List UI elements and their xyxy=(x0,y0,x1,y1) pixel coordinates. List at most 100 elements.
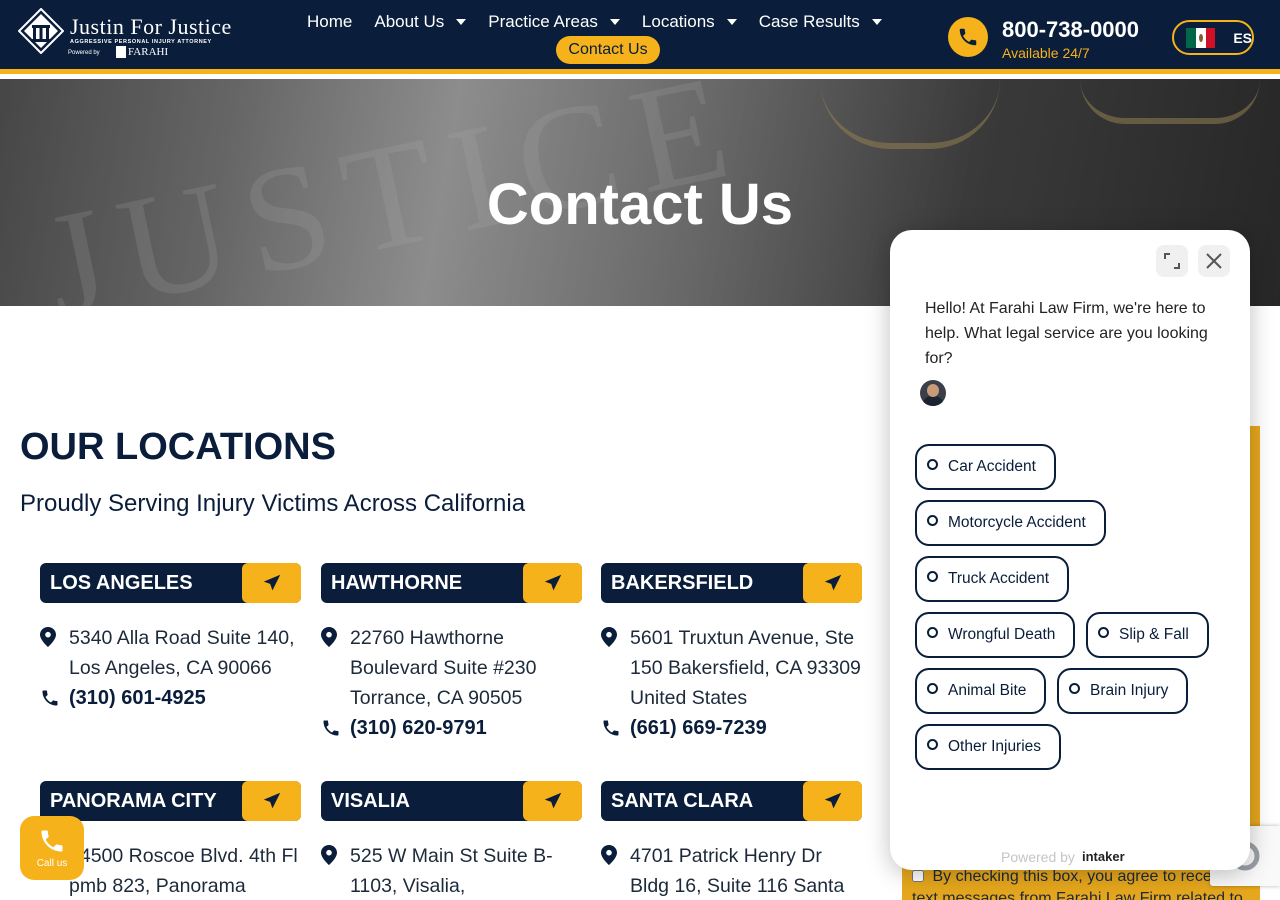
radio-icon xyxy=(1098,626,1109,638)
location-header: LOS ANGELES xyxy=(40,563,301,603)
chat-option-car-accident[interactable]: Car Accident xyxy=(915,444,1056,490)
location-header: BAKERSFIELD xyxy=(601,563,862,603)
directions-button[interactable] xyxy=(242,563,301,603)
directions-button[interactable] xyxy=(523,563,582,603)
caret-down-icon xyxy=(871,19,882,25)
chat-greeting: Hello! At Farahi Law Firm, we're here to… xyxy=(925,300,1208,367)
chat-powered-by: Powered by xyxy=(1001,849,1075,865)
phone-icon xyxy=(41,830,63,852)
language-switcher[interactable]: ES xyxy=(1172,20,1254,55)
locations-heading: OUR LOCATIONS xyxy=(20,426,336,468)
location-header: HAWTHORNE xyxy=(321,563,582,603)
chat-option-motorcycle-accident[interactable]: Motorcycle Accident xyxy=(915,500,1106,546)
location-address-text: 5340 Alla Road Suite 140, Los Angeles, C… xyxy=(69,627,295,679)
site-logo[interactable]: Justin For Justice AGGRESSIVE PERSONAL I… xyxy=(18,6,248,66)
location-card: SANTA CLARA 4701 Patrick Henry Dr Bldg 1… xyxy=(601,781,862,900)
radio-icon xyxy=(927,626,938,638)
logo-tagline: AGGRESSIVE PERSONAL INJURY ATTORNEY xyxy=(70,39,212,45)
navigation-arrow-icon xyxy=(544,792,561,809)
chat-option-brain-injury[interactable]: Brain Injury xyxy=(1057,668,1189,714)
location-address: 525 W Main St Suite B-1103, Visalia, xyxy=(321,841,582,900)
scales-emblem-icon xyxy=(18,8,64,54)
caret-down-icon xyxy=(456,19,467,25)
location-phone[interactable]: (310) 601-4925 xyxy=(40,683,301,713)
intaker-logo[interactable]: intaker xyxy=(1082,849,1125,864)
location-address: 5601 Truxtun Avenue, Ste 150 Bakersfield… xyxy=(601,623,862,713)
chat-option-slip-and-fall[interactable]: Slip & Fall xyxy=(1086,612,1209,658)
chat-close-button[interactable] xyxy=(1198,245,1230,277)
logo-title: Justin For Justice xyxy=(70,14,232,39)
chat-expand-button[interactable] xyxy=(1156,245,1188,277)
phone-icon xyxy=(42,690,58,706)
call-us-button[interactable]: Call us xyxy=(20,816,84,880)
site-header: Justin For Justice AGGRESSIVE PERSONAL I… xyxy=(0,0,1280,74)
directions-button[interactable] xyxy=(803,563,862,603)
sms-consent-text: By checking this box, you agree to recei… xyxy=(912,868,1243,900)
location-phone-text: (310) 601-4925 xyxy=(69,687,206,709)
location-card: VISALIA 525 W Main St Suite B-1103, Visa… xyxy=(321,781,582,900)
main-nav: Home About Us Practice Areas Locations C… xyxy=(307,12,904,32)
directions-button[interactable] xyxy=(803,781,862,821)
map-pin-icon xyxy=(321,627,337,647)
phone-icon xyxy=(323,720,339,736)
chat-widget: Hello! At Farahi Law Firm, we're here to… xyxy=(890,230,1250,870)
chat-option-label: Brain Injury xyxy=(1090,682,1169,699)
chat-option-wrongful-death[interactable]: Wrongful Death xyxy=(915,612,1076,658)
chat-option-truck-accident[interactable]: Truck Accident xyxy=(915,556,1070,602)
chat-option-animal-bite[interactable]: Animal Bite xyxy=(915,668,1047,714)
page-title: Contact Us xyxy=(486,172,794,237)
location-name: VISALIA xyxy=(331,790,410,812)
nav-practice-areas-label: Practice Areas xyxy=(488,12,598,31)
location-card: LOS ANGELES 5340 Alla Road Suite 140, Lo… xyxy=(40,563,301,713)
availability-text: Available 24/7 xyxy=(1002,45,1090,61)
location-name: PANORAMA CITY xyxy=(50,790,217,812)
phone-icon xyxy=(959,28,977,46)
expand-icon xyxy=(1164,253,1180,269)
location-phone-text: (310) 620-9791 xyxy=(350,717,487,739)
chat-option-label: Truck Accident xyxy=(948,570,1050,587)
location-name: HAWTHORNE xyxy=(331,572,463,594)
map-pin-icon xyxy=(321,845,337,865)
chat-option-label: Wrongful Death xyxy=(948,626,1056,643)
location-phone-text: (661) 669-7239 xyxy=(630,717,767,739)
navigation-arrow-icon xyxy=(263,574,280,591)
nav-home-label: Home xyxy=(307,12,353,31)
locations-subheading: Proudly Serving Injury Victims Across Ca… xyxy=(20,490,526,517)
nav-contact-us-button[interactable]: Contact Us xyxy=(556,36,660,64)
location-card: BAKERSFIELD 5601 Truxtun Avenue, Ste 150… xyxy=(601,563,862,743)
location-header: SANTA CLARA xyxy=(601,781,862,821)
nav-home[interactable]: Home xyxy=(307,12,352,32)
nav-locations[interactable]: Locations xyxy=(642,12,737,32)
navigation-arrow-icon xyxy=(824,574,841,591)
navigation-arrow-icon xyxy=(544,574,561,591)
location-address: 5340 Alla Road Suite 140, Los Angeles, C… xyxy=(40,623,301,683)
location-name: BAKERSFIELD xyxy=(611,572,754,594)
chat-option-other-injuries[interactable]: Other Injuries xyxy=(915,724,1062,770)
chat-option-label: Other Injuries xyxy=(948,738,1042,755)
call-us-label: Call us xyxy=(36,858,68,869)
sms-consent: By checking this box, you agree to recei… xyxy=(912,866,1260,900)
chat-option-label: Car Accident xyxy=(948,458,1036,475)
location-phone[interactable]: (661) 669-7239 xyxy=(601,713,862,743)
navigation-arrow-icon xyxy=(263,792,280,809)
location-phone[interactable]: (310) 620-9791 xyxy=(321,713,582,743)
location-header: VISALIA xyxy=(321,781,582,821)
caret-down-icon xyxy=(609,19,620,25)
sms-consent-checkbox[interactable] xyxy=(912,870,924,882)
nav-case-results[interactable]: Case Results xyxy=(759,12,882,32)
radio-icon xyxy=(927,570,938,582)
radio-icon xyxy=(1069,682,1080,694)
language-label: ES xyxy=(1233,29,1252,46)
nav-locations-label: Locations xyxy=(641,12,715,31)
directions-button[interactable] xyxy=(242,781,301,821)
radio-icon xyxy=(927,738,938,750)
map-pin-icon xyxy=(40,627,56,647)
nav-about-us[interactable]: About Us xyxy=(374,12,467,32)
directions-button[interactable] xyxy=(523,781,582,821)
mexico-flag-icon xyxy=(1186,27,1216,48)
nav-practice-areas[interactable]: Practice Areas xyxy=(488,12,620,32)
header-phone-number[interactable]: 800-738-0000 xyxy=(1002,17,1139,43)
header-phone-button[interactable] xyxy=(948,17,988,57)
location-header: PANORAMA CITY xyxy=(40,781,301,821)
radio-icon xyxy=(927,514,938,526)
